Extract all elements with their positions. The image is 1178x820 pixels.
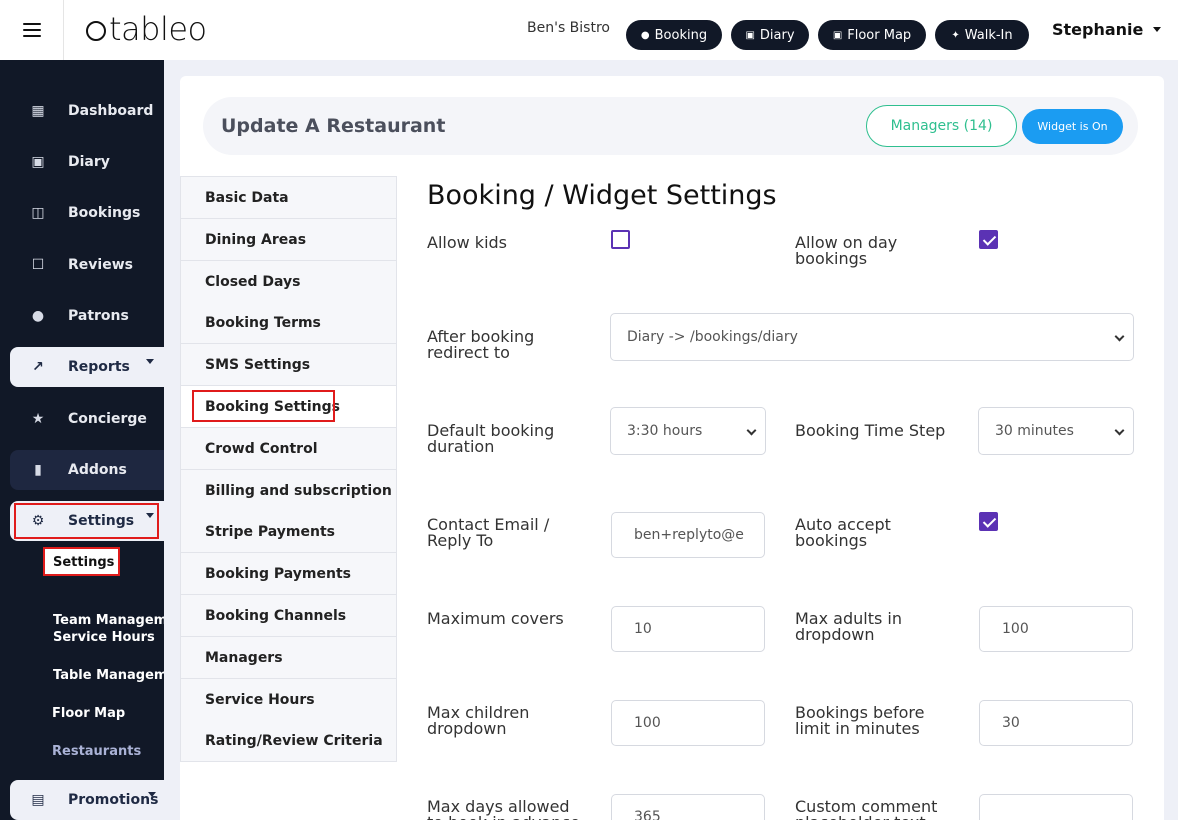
auto-accept-checkbox[interactable]	[979, 512, 998, 531]
user-menu[interactable]: Stephanie	[1052, 20, 1162, 39]
addon-icon: ▮	[34, 462, 42, 478]
calendar-icon: ▣	[745, 29, 755, 41]
max-children-input[interactable]: 100	[611, 700, 765, 746]
booking-button[interactable]: ● Booking	[626, 20, 722, 50]
max-covers-label: Maximum covers	[427, 609, 564, 628]
gear-icon: ⚙	[31, 513, 45, 529]
menu-item-managers[interactable]: Managers	[181, 637, 396, 679]
menu-item-booking-terms[interactable]: Booking Terms	[181, 302, 396, 344]
walk-in-button[interactable]: ✦ Walk-In	[935, 20, 1029, 50]
dashboard-icon: ▦	[31, 103, 45, 119]
allow-kids-checkbox[interactable]	[611, 230, 630, 249]
sidebar-item-dashboard[interactable]: ▦ Dashboard	[0, 91, 164, 131]
allow-on-day-checkbox[interactable]	[979, 230, 998, 249]
chevron-down-icon	[1114, 331, 1125, 342]
chevron-down-icon	[1153, 27, 1162, 32]
star-icon: ★	[31, 411, 45, 427]
contact-email-input[interactable]: ben+replyto@e	[611, 512, 765, 558]
gift-icon: ▤	[31, 792, 45, 808]
managers-button[interactable]: Managers (14)	[866, 105, 1017, 147]
sidebar-item-addons[interactable]: ▮ Addons	[10, 450, 164, 490]
menu-item-billing[interactable]: Billing and subscription	[181, 470, 396, 512]
sidebar-sub-table-management[interactable]: Table Management	[53, 668, 164, 683]
sidebar-sub-service-hours[interactable]: Service Hours	[53, 630, 164, 645]
auto-accept-label: Auto accept bookings	[795, 515, 891, 550]
hamburger-icon	[22, 23, 41, 37]
sidebar-sub-settings[interactable]: Settings	[43, 547, 120, 576]
max-days-label: Max days allowed to book in advance	[427, 797, 580, 820]
chart-icon: ↗	[32, 359, 44, 375]
custom-comment-label: Custom comment placeholder text	[795, 797, 938, 820]
top-bar: tableo Ben's Bistro ● Booking ▣ Diary ▣ …	[0, 0, 1178, 60]
sidebar-item-settings[interactable]: ⚙ Settings	[10, 501, 164, 541]
max-covers-input[interactable]: 10	[611, 606, 765, 652]
menu-item-sms-settings[interactable]: SMS Settings	[181, 344, 396, 386]
sidebar-item-patrons[interactable]: ● Patrons	[0, 296, 164, 336]
redirect-label: After booking redirect to	[427, 327, 535, 362]
chevron-down-icon	[146, 513, 154, 518]
diary-button[interactable]: ▣ Diary	[731, 20, 809, 50]
review-icon: ☐	[31, 257, 45, 273]
time-step-select[interactable]: 30 minutes	[978, 407, 1134, 455]
floor-map-button[interactable]: ▣ Floor Map	[818, 20, 926, 50]
person-icon: ●	[31, 308, 45, 324]
custom-comment-input[interactable]	[979, 794, 1133, 820]
restaurant-name: Ben's Bistro	[527, 20, 610, 36]
max-days-input[interactable]: 365	[611, 794, 765, 820]
sidebar-sub-floor-map[interactable]: Floor Map	[52, 706, 163, 721]
bookings-before-input[interactable]: 30	[979, 700, 1133, 746]
sidebar-item-concierge[interactable]: ★ Concierge	[0, 399, 164, 439]
calendar-icon: ▣	[832, 29, 843, 41]
max-adults-input[interactable]: 100	[979, 606, 1133, 652]
default-duration-label: Default booking duration	[427, 421, 555, 456]
section-title: Booking / Widget Settings	[427, 180, 777, 211]
logo-ring-icon	[86, 21, 106, 41]
menu-item-booking-settings[interactable]: Booking Settings	[181, 386, 396, 428]
menu-item-booking-channels[interactable]: Booking Channels	[181, 595, 396, 637]
menu-item-stripe-payments[interactable]: Stripe Payments	[181, 511, 396, 553]
max-adults-label: Max adults in dropdown	[795, 609, 902, 644]
contact-email-label: Contact Email / Reply To	[427, 515, 550, 550]
redirect-select[interactable]: Diary -> /bookings/diary	[610, 313, 1134, 361]
tableo-logo[interactable]: tableo	[86, 10, 207, 48]
sidebar: ▦ Dashboard ▣ Diary ◫ Bookings ☐ Reviews…	[0, 60, 164, 820]
menu-item-dining-areas[interactable]: Dining Areas	[181, 219, 396, 261]
sidebar-item-reports[interactable]: ↗ Reports	[10, 347, 164, 387]
chevron-down-icon	[1114, 425, 1125, 436]
bookings-before-label: Bookings before limit in minutes	[795, 703, 925, 738]
calendar-icon: ▣	[31, 154, 45, 170]
max-children-label: Max children dropdown	[427, 703, 530, 738]
walking-icon: ✦	[951, 29, 960, 41]
menu-item-crowd-control[interactable]: Crowd Control	[181, 428, 396, 470]
menu-item-basic-data[interactable]: Basic Data	[181, 177, 396, 219]
chevron-down-icon	[146, 359, 154, 364]
hamburger-menu-button[interactable]	[0, 0, 64, 60]
plus-circle-icon: ●	[640, 29, 650, 41]
sidebar-item-bookings[interactable]: ◫ Bookings	[0, 193, 164, 233]
menu-item-closed-days[interactable]: Closed Days	[181, 261, 396, 303]
chevron-down-icon	[746, 425, 757, 436]
sidebar-item-diary[interactable]: ▣ Diary	[0, 142, 164, 182]
default-duration-select[interactable]: 3:30 hours	[610, 407, 766, 455]
time-step-label: Booking Time Step	[795, 421, 946, 440]
allow-kids-label: Allow kids	[427, 233, 507, 252]
allow-on-day-label: Allow on day bookings	[795, 233, 898, 268]
page-title: Update A Restaurant	[221, 115, 446, 137]
chevron-down-icon	[148, 792, 156, 797]
settings-menu: Basic Data Dining Areas Closed Days Book…	[180, 176, 397, 762]
menu-item-rating-review[interactable]: Rating/Review Criteria	[181, 720, 396, 762]
menu-item-booking-payments[interactable]: Booking Payments	[181, 553, 396, 595]
bookings-icon: ◫	[31, 205, 45, 221]
sidebar-item-reviews[interactable]: ☐ Reviews	[0, 245, 164, 285]
sidebar-sub-team-management[interactable]: Team Management	[53, 613, 164, 628]
sidebar-sub-restaurants[interactable]: Restaurants	[52, 744, 163, 759]
widget-status-button[interactable]: Widget is On	[1022, 109, 1123, 144]
menu-item-service-hours[interactable]: Service Hours	[181, 679, 396, 721]
sidebar-item-promotions[interactable]: ▤ Promotions	[10, 780, 164, 820]
